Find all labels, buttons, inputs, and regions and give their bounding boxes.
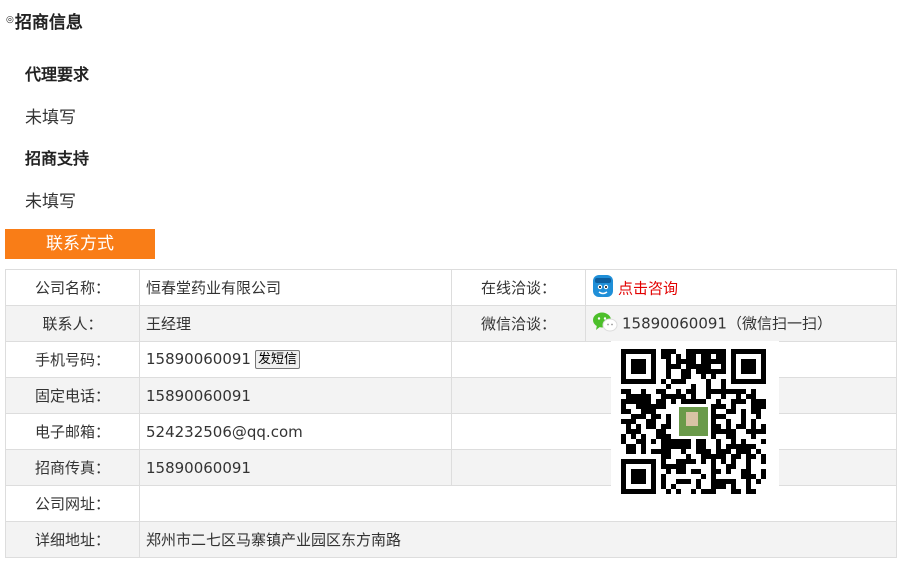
agent-requirements-heading: 代理要求 [25, 65, 90, 84]
phone-value: 15890060091 [139, 377, 452, 414]
wechat-cell: 15890060091（微信扫一扫） [585, 305, 897, 342]
wechat-value: 15890060091（微信扫一扫） [622, 314, 832, 332]
contact-tab[interactable]: 联系方式 [5, 229, 155, 259]
website-value [139, 485, 897, 522]
section-marker-icon: ◎ [6, 15, 14, 25]
company-value: 恒春堂药业有限公司 [139, 269, 452, 306]
agent-requirements-text: 未填写 [25, 108, 76, 128]
table-row: 公司名称： 恒春堂药业有限公司 在线洽谈： 点击咨询 [5, 269, 897, 306]
email-value: 524232506@qq.com [139, 413, 452, 450]
online-label: 在线洽谈： [451, 269, 586, 306]
chat-avatar-icon[interactable] [592, 274, 614, 302]
mobile-cell: 15890060091 发短信 [139, 341, 452, 378]
wechat-icon [592, 311, 618, 337]
support-text: 未填写 [25, 192, 76, 212]
support-heading: 招商支持 [25, 149, 90, 168]
fax-label: 招商传真： [5, 449, 140, 486]
qr-code-image [611, 341, 779, 496]
person-value: 王经理 [139, 305, 452, 342]
phone-label: 固定电话： [5, 377, 140, 414]
section-title-text: 招商信息 [14, 13, 83, 33]
section-title: ◎招商信息 [6, 8, 83, 33]
table-row: 联系人： 王经理 微信洽谈： 15890060091（微信扫一扫） [5, 305, 897, 342]
consult-link[interactable]: 点击咨询 [618, 279, 678, 297]
fax-value: 15890060091 [139, 449, 452, 486]
address-value: 郑州市二七区马寨镇产业园区东方南路 [139, 521, 897, 558]
send-sms-button[interactable]: 发短信 [254, 350, 300, 369]
email-label: 电子邮箱： [5, 413, 140, 450]
address-label: 详细地址： [5, 521, 140, 558]
person-label: 联系人： [5, 305, 140, 342]
mobile-label: 手机号码： [5, 341, 140, 378]
wechat-label: 微信洽谈： [451, 305, 586, 342]
website-label: 公司网址： [5, 485, 140, 522]
qr-code [611, 341, 779, 496]
mobile-value: 15890060091 [146, 350, 251, 368]
company-label: 公司名称： [5, 269, 140, 306]
online-cell: 点击咨询 [585, 269, 897, 306]
table-row: 详细地址： 郑州市二七区马寨镇产业园区东方南路 [5, 521, 897, 558]
